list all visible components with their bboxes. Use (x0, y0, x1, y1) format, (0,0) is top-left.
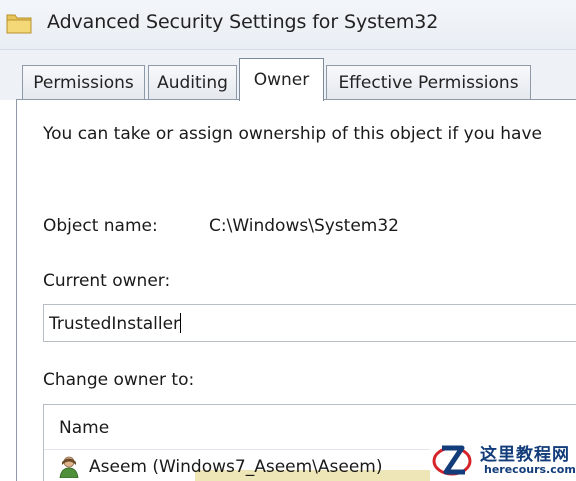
user-icon (59, 456, 79, 478)
tab-effective-permissions[interactable]: Effective Permissions (326, 65, 531, 99)
tab-auditing[interactable]: Auditing (148, 65, 237, 99)
column-header-name[interactable]: Name (59, 418, 109, 438)
watermark-text-cn: 这里教程网 (480, 445, 570, 465)
tab-permissions[interactable]: Permissions (22, 65, 145, 99)
watermark-text-en: herecours.com (484, 463, 576, 476)
object-name-value: C:\Windows\System32 (209, 216, 399, 236)
tab-owner[interactable]: Owner (239, 58, 324, 101)
ownership-info-text: You can take or assign ownership of this… (43, 124, 542, 144)
text-caret (180, 313, 182, 333)
list-item-user-name[interactable]: Aseem (Windows7_Aseem\Aseem) (89, 457, 383, 477)
watermark-logo-icon (432, 445, 472, 476)
object-name-label: Object name: (43, 216, 158, 236)
change-owner-label: Change owner to: (43, 370, 195, 390)
current-owner-label: Current owner: (43, 271, 171, 291)
current-owner-value: TrustedInstaller (49, 314, 181, 334)
current-owner-field[interactable]: TrustedInstaller (43, 304, 576, 342)
folder-icon (6, 14, 32, 34)
window-title: Advanced Security Settings for System32 (47, 11, 439, 33)
title-bar: Advanced Security Settings for System32 (0, 0, 576, 50)
watermark: 这里教程网 herecours.com (430, 437, 576, 481)
tab-strip: Permissions Auditing Owner Effective Per… (0, 50, 576, 101)
